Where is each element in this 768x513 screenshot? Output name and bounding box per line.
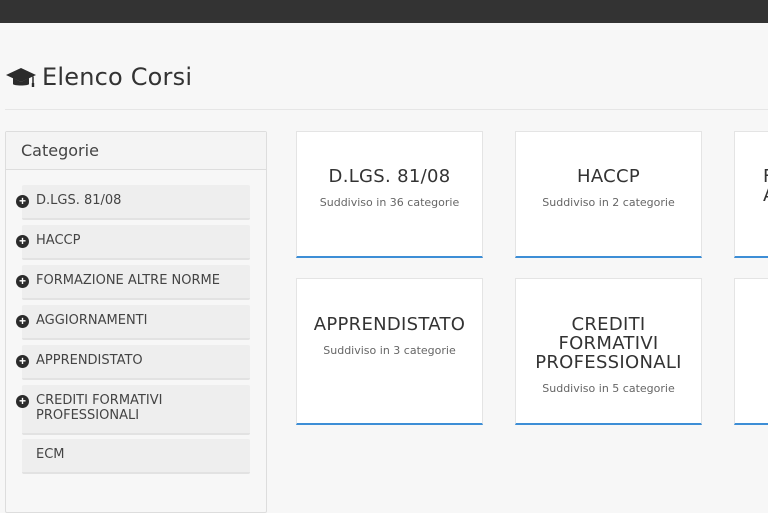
plus-circle-icon: + (16, 355, 29, 368)
sidebar-item-haccp[interactable]: + HACCP (16, 225, 250, 260)
course-card-partial[interactable]: F A (734, 131, 768, 258)
card-subtitle: Suddiviso in 5 categorie (542, 382, 675, 395)
plus-circle-icon: + (16, 275, 29, 288)
page-title-text: Elenco Corsi (42, 63, 193, 91)
sidebar-item-formazione-altre-norme[interactable]: + FORMAZIONE ALTRE NORME (16, 265, 250, 300)
plus-circle-icon: + (16, 195, 29, 208)
course-card-dlgs-81-08[interactable]: D.LGS. 81/08 Suddiviso in 36 categorie (296, 131, 483, 258)
sidebar-item-label: D.LGS. 81/08 (36, 193, 122, 208)
sidebar-item-label: CREDITI FORMATIVI PROFESSIONALI (36, 393, 163, 423)
sidebar-item-ecm[interactable]: ECM (22, 439, 250, 474)
card-title: APPRENDISTATO (313, 314, 466, 335)
plus-circle-icon: + (16, 235, 29, 248)
sidebar-item-label: ECM (36, 447, 65, 462)
card-title: D.LGS. 81/08 (328, 166, 451, 187)
card-title: F A (763, 167, 768, 205)
course-card-partial[interactable] (734, 278, 768, 425)
course-card-crediti-formativi-professionali[interactable]: CREDITI FORMATIVI PROFESSIONALI Suddivis… (515, 278, 702, 425)
page-title: Elenco Corsi (5, 60, 192, 94)
card-subtitle: Suddiviso in 3 categorie (323, 344, 456, 357)
title-divider (5, 109, 768, 110)
plus-circle-icon: + (16, 315, 29, 328)
top-bar (0, 0, 768, 23)
sidebar-item-crediti-formativi-professionali[interactable]: + CREDITI FORMATIVI PROFESSIONALI (16, 385, 250, 435)
category-sidebar: Categorie + D.LGS. 81/08 + HACCP + FORMA… (5, 131, 267, 513)
card-title: HACCP (576, 166, 641, 187)
sidebar-item-label: AGGIORNAMENTI (36, 313, 148, 328)
card-subtitle: Suddiviso in 36 categorie (319, 196, 460, 209)
course-card-apprendistato[interactable]: APPRENDISTATO Suddiviso in 3 categorie (296, 278, 483, 425)
sidebar-item-dlgs-81-08[interactable]: + D.LGS. 81/08 (16, 185, 250, 220)
sidebar-item-label: FORMAZIONE ALTRE NORME (36, 273, 220, 288)
sidebar-item-aggiornamenti[interactable]: + AGGIORNAMENTI (16, 305, 250, 340)
card-title: CREDITI FORMATIVI PROFESSIONALI (535, 314, 682, 373)
sidebar-header: Categorie (6, 132, 266, 170)
graduation-cap-icon (6, 68, 36, 87)
plus-circle-icon: + (16, 395, 29, 408)
sidebar-item-apprendistato[interactable]: + APPRENDISTATO (16, 345, 250, 380)
sidebar-item-label: HACCP (36, 233, 81, 248)
card-subtitle: Suddiviso in 2 categorie (542, 196, 675, 209)
course-card-haccp[interactable]: HACCP Suddiviso in 2 categorie (515, 131, 702, 258)
sidebar-item-label: APPRENDISTATO (36, 353, 143, 368)
